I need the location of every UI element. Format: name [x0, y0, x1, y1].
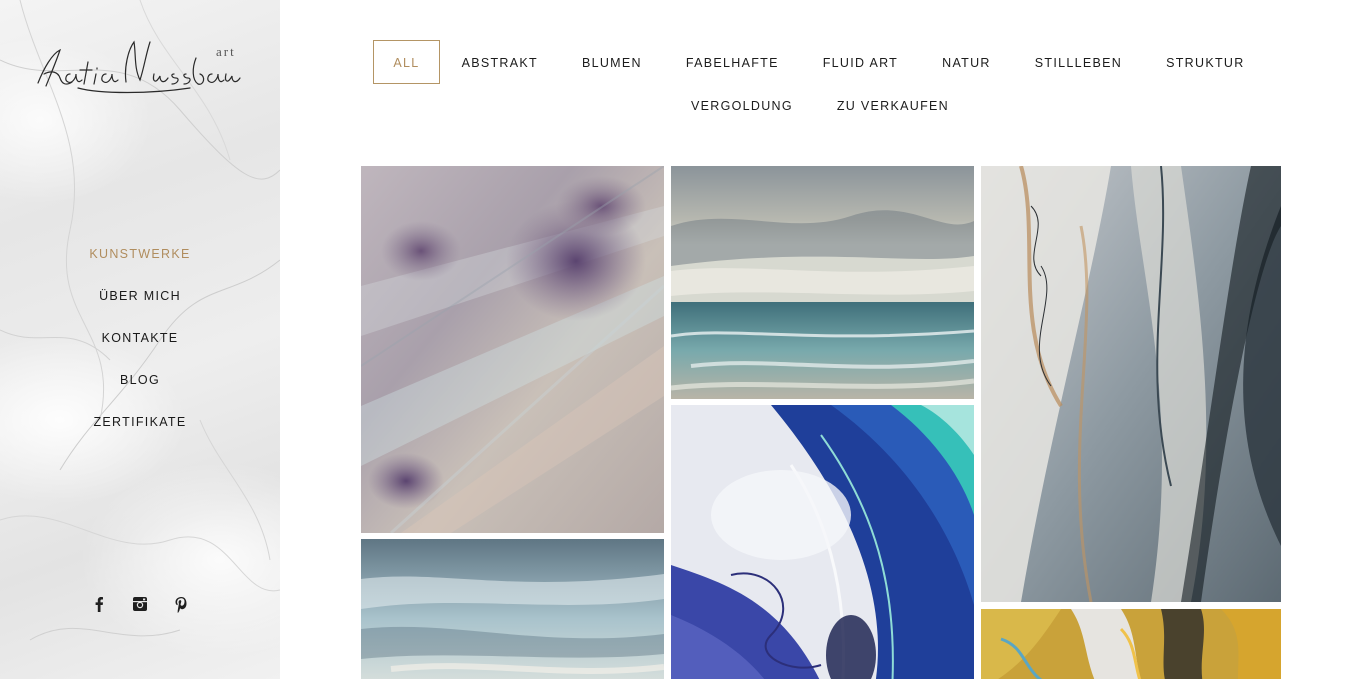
logo-signature-icon: art: [37, 40, 241, 94]
sidebar: art KUNSTWERKE ÜBER MICH KONTAKTE BLOG Z…: [0, 0, 280, 679]
artwork-blue-sky-clouds[interactable]: [361, 539, 664, 679]
main-nav: KUNSTWERKE ÜBER MICH KONTAKTE BLOG ZERTI…: [0, 241, 280, 451]
filter-row-2: VERGOLDUNG ZU VERKAUFEN: [360, 84, 1280, 126]
facebook-icon[interactable]: [80, 590, 118, 618]
filter-blumen[interactable]: BLUMEN: [560, 40, 664, 84]
filter-vergoldung[interactable]: VERGOLDUNG: [669, 83, 815, 127]
site-logo[interactable]: art: [30, 28, 250, 100]
filter-struktur[interactable]: STRUKTUR: [1144, 40, 1266, 84]
artwork-seascape-clouds[interactable]: [671, 166, 974, 399]
artwork-yellow-fluid-abstract[interactable]: [981, 609, 1281, 679]
artwork-grey-fluid-abstract[interactable]: [981, 166, 1281, 602]
nav-item-kontakte[interactable]: KONTAKTE: [102, 325, 179, 351]
filter-zu-verkaufen[interactable]: ZU VERKAUFEN: [815, 83, 971, 127]
instagram-icon[interactable]: [121, 590, 159, 618]
nav-item-blog[interactable]: BLOG: [120, 367, 160, 393]
nav-item-kunstwerke[interactable]: KUNSTWERKE: [89, 241, 190, 267]
social-links: [80, 590, 200, 618]
filter-fabelhafte[interactable]: FABELHAFTE: [664, 40, 801, 84]
category-filters: ALL ABSTRAKT BLUMEN FABELHAFTE FLUID ART NATU…: [360, 40, 1280, 126]
nav-item-ueber-mich[interactable]: ÜBER MICH: [99, 283, 181, 309]
filter-natur[interactable]: NATUR: [920, 40, 1013, 84]
artwork-blue-fluid-wave[interactable]: [671, 405, 974, 679]
filter-fluid-art[interactable]: FLUID ART: [801, 40, 920, 84]
filter-abstrakt[interactable]: ABSTRAKT: [440, 40, 560, 84]
artwork-gallery: [361, 166, 1281, 679]
pinterest-icon[interactable]: [162, 590, 200, 618]
nav-item-zertifikate[interactable]: ZERTIFIKATE: [93, 409, 186, 435]
logo-art-label: art: [216, 44, 236, 59]
filter-stillleben[interactable]: STILLLEBEN: [1013, 40, 1144, 84]
artwork-purple-textured-abstract[interactable]: [361, 166, 664, 533]
filter-all[interactable]: ALL: [373, 40, 440, 84]
filter-row-1: ALL ABSTRAKT BLUMEN FABELHAFTE FLUID ART NATU…: [360, 40, 1280, 84]
